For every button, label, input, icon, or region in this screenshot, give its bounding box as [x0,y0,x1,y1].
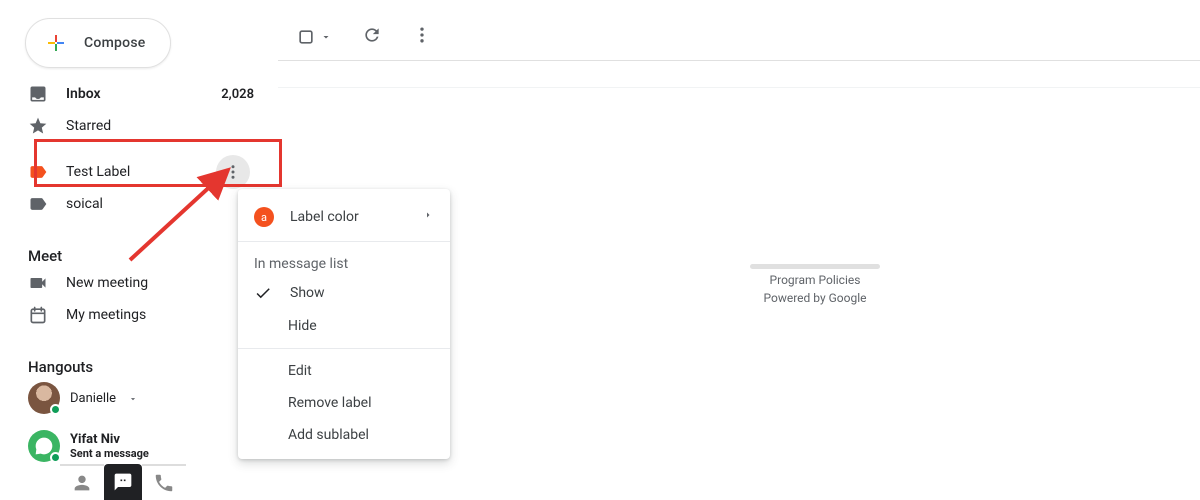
chevron-right-icon [422,209,434,225]
hangouts-sub: Sent a message [70,447,149,460]
menu-item-label: Edit [288,363,312,379]
plus-icon [44,31,68,55]
label-more-button[interactable] [216,155,250,189]
menu-item-label: Label color [290,209,359,225]
compose-label: Compose [84,35,146,51]
footer-powered: Powered by Google [450,291,1180,305]
sidebar-item-starred[interactable]: Starred [0,110,280,142]
hangouts-name: Yifat Niv [70,432,149,447]
menu-label-color[interactable]: a Label color [238,199,450,235]
presence-dot [50,404,61,415]
content-divider [278,87,1200,88]
hangouts-name: Danielle [70,391,116,406]
label-icon [28,194,48,214]
sidebar-item-label: Test Label [66,164,216,180]
toolbar [296,25,432,49]
chevron-down-icon [128,389,138,408]
menu-divider [238,241,450,242]
avatar [28,382,60,414]
label-context-menu: a Label color In message list Show Hide … [238,189,450,459]
avatar [28,430,60,462]
calendar-icon [28,305,48,325]
menu-add-sublabel[interactable]: Add sublabel [238,419,450,451]
check-icon [254,284,274,302]
hangouts-contacts-tab[interactable] [60,464,104,500]
star-icon [28,116,48,136]
more-button[interactable] [412,25,432,49]
menu-remove-label[interactable]: Remove label [238,387,450,419]
chevron-down-icon [320,31,332,43]
hangouts-chat-tab[interactable] [104,464,142,500]
menu-hide[interactable]: Hide [238,310,450,342]
menu-section-header: In message list [238,248,450,276]
footer-policies[interactable]: Program Policies [450,273,1180,287]
sidebar-item-label: Inbox [66,86,221,102]
menu-show[interactable]: Show [238,276,450,310]
color-swatch-icon: a [254,207,274,227]
menu-item-label: Remove label [288,395,372,411]
compose-button[interactable]: Compose [25,18,171,68]
menu-divider [238,348,450,349]
presence-dot [50,452,61,463]
label-icon [28,162,48,182]
hangouts-phone-tab[interactable] [142,464,186,500]
video-icon [28,273,48,293]
menu-item-label: Add sublabel [288,427,369,443]
menu-edit[interactable]: Edit [238,355,450,387]
menu-item-label: Show [290,285,325,301]
footer: Program Policies Powered by Google [450,264,1180,309]
hangouts-bottom-bar [60,464,186,500]
loading-bar [750,264,880,269]
sidebar-item-test-label[interactable]: Test Label [0,156,280,188]
menu-item-label: Hide [288,318,317,334]
select-checkbox[interactable] [296,27,332,47]
refresh-button[interactable] [362,25,382,49]
sidebar-item-count: 2,028 [221,87,254,102]
sidebar-item-label: Starred [66,118,268,134]
inbox-icon [28,84,48,104]
toolbar-divider [278,60,1200,61]
sidebar-item-inbox[interactable]: Inbox 2,028 [0,78,280,110]
